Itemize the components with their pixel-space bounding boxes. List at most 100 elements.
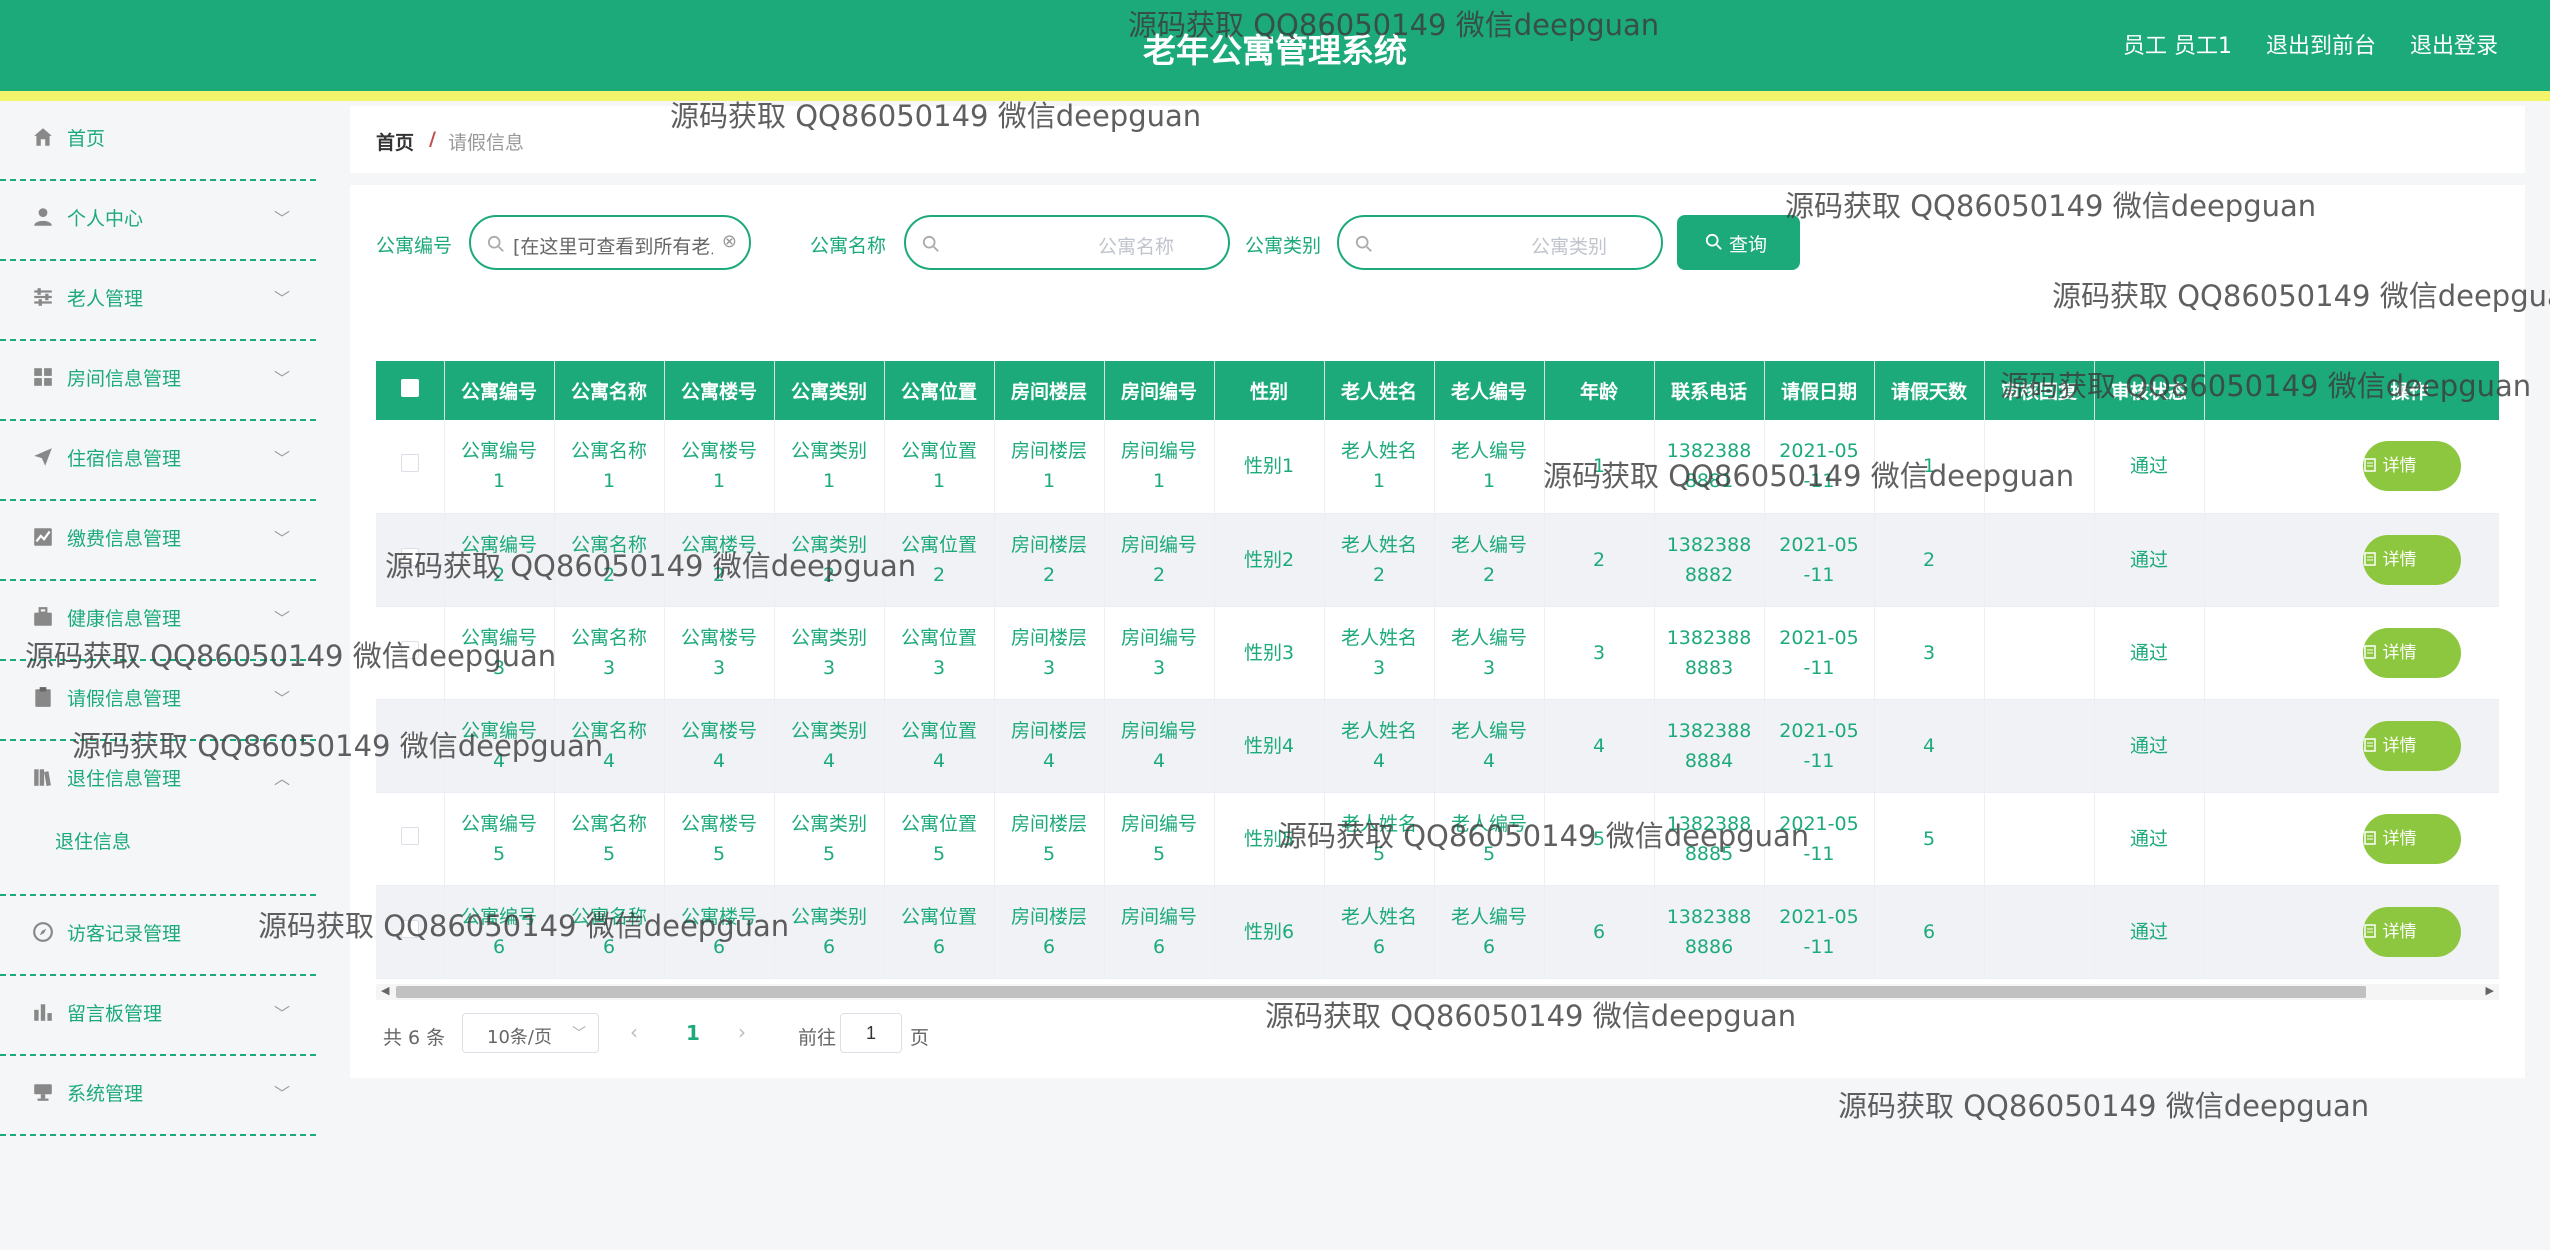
table-row: 公寓编号 5 公寓名称 5 公寓楼号 5 公寓类别 5 公寓位置 5 房间楼层 5 房间编号… [376,792,2499,886]
current-page-number[interactable]: 1 [686,1021,700,1045]
table-cell: 房间楼层 5 [994,792,1105,886]
table-cell: 老人姓名 6 [1324,885,1435,979]
detail-button[interactable]: 详情 [2362,720,2461,771]
sidebar-item-label: 系统管理 [67,1083,144,1105]
table-cell: 4 [1874,699,1985,793]
detail-button-label: 详情 [2382,828,2417,849]
chevron-down-icon: ﹀ [273,689,290,708]
clipboard-icon [35,687,51,707]
row-checkbox[interactable] [400,919,419,938]
select-all-checkbox[interactable] [400,379,419,397]
row-checkbox[interactable] [400,454,419,473]
next-page-icon[interactable]: › [738,1020,746,1044]
detail-button[interactable]: 详情 [2362,441,2461,492]
table-cell: 老人编号 1 [1434,420,1545,514]
column-header: 老人姓名 [1324,361,1435,420]
table-cell: 2021-05 -11 [1764,885,1875,979]
page-size-select[interactable]: 10条/页 ﹀ [462,1013,599,1053]
detail-button[interactable]: 详情 [2362,534,2461,585]
table-cell: 1382388 8883 [1654,606,1765,700]
chevron-down-icon: ﹀ [273,529,290,548]
chevron-down-icon: ﹀ [273,1004,290,1023]
table-header-row: 公寓编号 公寓名称 公寓楼号 公寓类别 公寓位置 房间楼层 房间编号 性别 老人… [376,361,2499,420]
breadcrumb-separator: / [429,128,436,150]
column-header: 年龄 [1544,361,1655,420]
goto-page-input[interactable] [840,1013,902,1053]
monitor-icon [34,1084,52,1101]
column-header: 审核状态 [2094,361,2205,420]
table-row: 公寓编号 1 公寓名称 1 公寓楼号 1 公寓类别 1 公寓位置 1 房间楼层 1 房间编号… [376,420,2499,514]
user-name-link[interactable]: 员工 员工1 [2123,28,2232,60]
sidebar-item-elder-management[interactable]: 老人管理 ﹀ [0,261,316,341]
table-cell: 公寓编号 5 [444,792,555,886]
sidebar-item-leave-info[interactable]: 请假信息管理 ﹀ [0,661,316,741]
document-icon [2363,923,2376,938]
breadcrumb-current: 请假信息 [448,132,525,154]
apartment-type-input[interactable]: 公寓类别 [1337,215,1663,270]
sidebar-item-payment-info[interactable]: 缴费信息管理 ﹀ [0,501,316,581]
table-cell: 公寓位置 2 [884,513,995,607]
chevron-down-icon: ﹀ [273,209,290,228]
apartment-no-input[interactable]: [在这里可查看到所有老人的 ⊗ [469,215,751,270]
table-cell: 房间编号 6 [1104,885,1215,979]
select-all-header [376,361,445,420]
table-cell: 房间楼层 3 [994,606,1105,700]
query-button[interactable]: 查询 [1677,215,1800,270]
sidebar-item-message-board[interactable]: 留言板管理 ﹀ [0,976,316,1056]
detail-button-label: 详情 [2382,549,2417,570]
main-panel: 公寓编号 [在这里可查看到所有老人的 ⊗ 公寓名称 公寓名称 公寓类别 公寓类别… [350,185,2525,1078]
chevron-down-icon: ﹀ [572,1026,586,1042]
table-cell: 5 [1544,792,1655,886]
table-cell: 3 [1544,606,1655,700]
sidebar-item-lodging-info[interactable]: 住宿信息管理 ﹀ [0,421,316,501]
column-header: 房间编号 [1104,361,1215,420]
detail-button[interactable]: 详情 [2362,813,2461,864]
exit-to-frontend-link[interactable]: 退出到前台 [2266,28,2376,60]
clear-icon[interactable]: ⊗ [722,231,737,252]
sidebar-item-personal-center[interactable]: 个人中心 ﹀ [0,181,316,261]
detail-button[interactable]: 详情 [2362,627,2461,678]
column-header: 操作 [2204,361,2499,420]
sidebar-item-visitor-records[interactable]: 访客记录管理 [0,896,316,976]
row-checkbox[interactable] [400,733,419,752]
horizontal-scrollbar[interactable]: ◀ ▶ [376,984,2499,1000]
table-cell: 公寓楼号 5 [664,792,775,886]
table-cell: 公寓类别 2 [774,513,885,607]
logout-link[interactable]: 退出登录 [2410,28,2498,60]
breadcrumb-home[interactable]: 首页 [376,128,414,155]
sidebar-subitem-checkout[interactable]: 退住信息 [0,801,316,896]
scroll-left-icon[interactable]: ◀ [381,984,389,997]
apartment-type-placeholder: 公寓类别 [1530,236,1607,258]
table-cell: 通过 [2094,699,2205,793]
action-cell: 详情 [2204,792,2499,886]
table-cell: 性别2 [1214,513,1325,607]
apartment-name-input[interactable]: 公寓名称 [904,215,1230,270]
row-checkbox[interactable] [400,826,419,845]
scroll-right-icon[interactable]: ▶ [2486,984,2494,997]
table-row: 公寓编号 6 公寓名称 6 公寓楼号 6 公寓类别 6 公寓位置 6 房间楼层 6 房间编号… [376,885,2499,979]
row-checkbox[interactable] [400,640,419,659]
table-cell: 2021-05 -11 [1764,513,1875,607]
sidebar-item-label: 缴费信息管理 [67,528,182,550]
sidebar-item-room-info[interactable]: 房间信息管理 ﹀ [0,341,316,421]
column-header: 审核回复 [1984,361,2095,420]
sidebar-item-system-management[interactable]: 系统管理 ﹀ [0,1056,316,1136]
table-cell: 公寓类别 6 [774,885,885,979]
sidebar-item-label: 房间信息管理 [67,368,182,390]
document-icon [2363,737,2376,752]
table-cell [1984,792,2095,886]
scrollbar-thumb[interactable] [396,986,2366,998]
row-checkbox[interactable] [400,547,419,566]
sliders-icon [34,288,52,306]
table-row: 公寓编号 2 公寓名称 2 公寓楼号 2 公寓类别 2 公寓位置 2 房间楼层 2 房间编号… [376,513,2499,607]
table-cell: 公寓名称 2 [554,513,665,607]
table-cell: 性别1 [1214,420,1325,514]
table-cell: 公寓位置 4 [884,699,995,793]
detail-button[interactable]: 详情 [2362,906,2461,957]
sidebar-item-home[interactable]: 首页 [0,101,316,181]
prev-page-icon[interactable]: ‹ [630,1020,638,1044]
table-cell: 2 [1874,513,1985,607]
sidebar-item-health-info[interactable]: 健康信息管理 ﹀ [0,581,316,661]
table-cell: 3 [1874,606,1985,700]
table-cell: 房间楼层 1 [994,420,1105,514]
